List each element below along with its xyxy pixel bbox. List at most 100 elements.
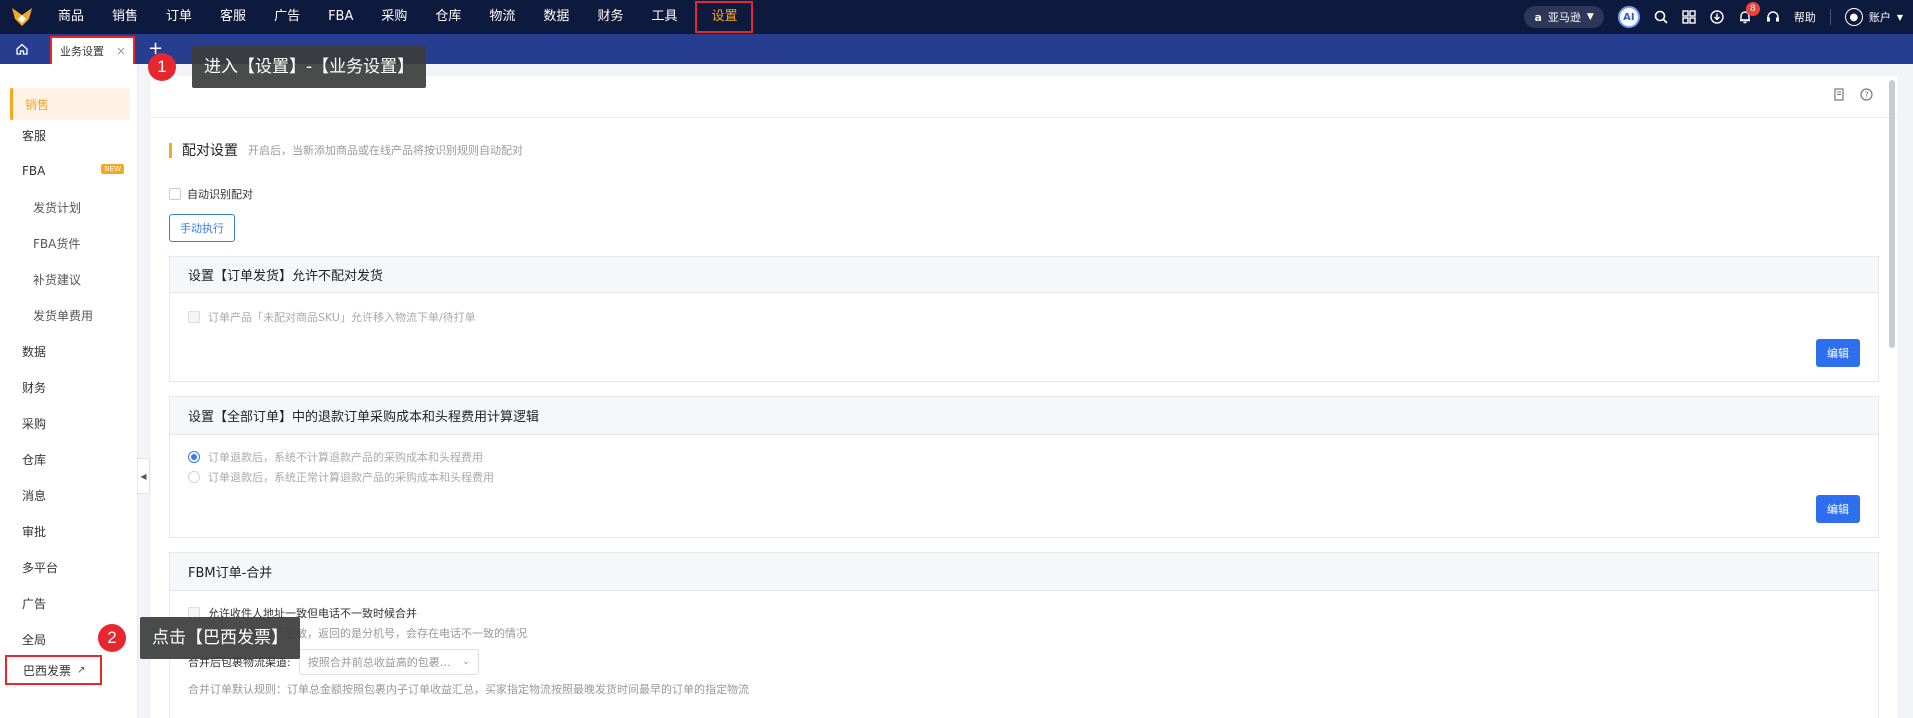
caret-down-icon: ▼ [1896, 12, 1903, 22]
nav-item-products[interactable]: 商品 [44, 0, 98, 34]
search-icon[interactable] [1654, 10, 1668, 24]
sidebar-item-warehouse[interactable]: 仓库 [0, 443, 132, 475]
edit-button[interactable]: 编辑 [1816, 339, 1860, 367]
nav-item-fba[interactable]: FBA [314, 0, 367, 34]
sidebar-item-label: 财务 [22, 380, 47, 395]
sidebar-item-label: 销售 [25, 97, 50, 112]
user-avatar-icon: ● [1844, 8, 1863, 26]
refund-option-1-radio[interactable] [188, 451, 200, 463]
auto-match-checkbox-row[interactable]: 自动识别配对 [169, 186, 253, 202]
nav-item-ads[interactable]: 广告 [260, 0, 314, 34]
nav-item-orders[interactable]: 订单 [152, 0, 206, 34]
nav-item-purchase[interactable]: 采购 [367, 0, 421, 34]
region-selector[interactable]: a 亚马逊 ▼ [1524, 6, 1604, 28]
help-link[interactable]: 帮助 [1794, 9, 1816, 25]
sidebar-item-data[interactable]: 数据 [0, 335, 132, 367]
chevron-down-icon: ⌄ [462, 657, 470, 667]
tab-business-settings[interactable]: 业务设置 × [50, 36, 135, 66]
region-label: 亚马逊 [1547, 11, 1581, 24]
sidebar-item-label: 补货建议 [33, 272, 82, 287]
header-actions: ? [1833, 88, 1873, 105]
account-menu[interactable]: ● 账户 ▼ [1844, 8, 1903, 26]
main-content: ? 配对设置 开启后，当新添加商品或在线产品将按识别规则自动配对 自动识别配对 … [151, 76, 1897, 718]
step-1-callout: 进入【设置】-【业务设置】 [192, 46, 427, 88]
sidebar-item-brazil-invoice[interactable]: 巴西发票 ↗ [5, 655, 102, 685]
rule-text: 合并订单默认规则：订单总金额按照包裹内子订单收益汇总，买家指定物流按照最晚发货时… [188, 683, 749, 696]
nav-item-sales[interactable]: 销售 [98, 0, 152, 34]
accent-bar [169, 142, 172, 158]
sidebar-item-label: 消息 [22, 488, 47, 503]
sidebar-item-label: 巴西发票 [23, 663, 72, 678]
sidebar: 销售 客服 FBA NEW 发货计划 FBA货件 补货建议 发货单费用 数据 财务… [0, 64, 138, 718]
sidebar-item-purchase[interactable]: 采购 [0, 407, 132, 439]
sidebar-item-multiplatform[interactable]: 多平台 [0, 551, 132, 583]
step-1-marker: 1 [148, 53, 176, 81]
sidebar-item-service[interactable]: 客服 [0, 119, 132, 151]
sidebar-item-sales[interactable]: 销售 [10, 88, 130, 120]
document-edit-icon[interactable] [1833, 88, 1846, 105]
sidebar-item-shipment-fees[interactable]: 发货单费用 [0, 299, 132, 331]
sidebar-item-approval[interactable]: 审批 [0, 515, 132, 547]
download-icon[interactable] [1710, 10, 1724, 24]
channel-select[interactable]: 按照合并前总收益高的包裹的物流 ⌄ [298, 649, 479, 675]
sidebar-item-label: 采购 [22, 416, 47, 431]
refund-option-2: 订单退款后，系统正常计算退款产品的采购成本和头程费用 [188, 469, 494, 485]
apps-grid-icon[interactable] [1682, 10, 1696, 24]
unmatched-shipping-checkbox[interactable] [188, 311, 200, 323]
auto-match-checkbox[interactable] [169, 188, 181, 200]
sidebar-item-label: 发货计划 [33, 200, 82, 215]
sidebar-item-label: 审批 [22, 524, 47, 539]
refund-option-2-radio[interactable] [188, 471, 200, 483]
nav-item-finance[interactable]: 财务 [583, 0, 637, 34]
refund-cost-logic-panel: 设置【全部订单】中的退款订单采购成本和头程费用计算逻辑 订单退款后，系统不计算退… [169, 396, 1879, 538]
sidebar-item-label: 广告 [22, 596, 47, 611]
logo[interactable] [0, 0, 44, 34]
notification-count-badge: 8 [1745, 2, 1760, 16]
edit-button[interactable]: 编辑 [1816, 495, 1860, 523]
nav-item-logistics[interactable]: 物流 [475, 0, 529, 34]
nav-right: a 亚马逊 ▼ AI 8 帮助 ● 账户 ▼ [1524, 0, 1903, 34]
manual-run-button[interactable]: 手动执行 [169, 214, 235, 242]
sidebar-item-fba-shipment[interactable]: FBA货件 [0, 227, 132, 259]
sidebar-item-label: 客服 [22, 128, 47, 143]
sidebar-item-messages[interactable]: 消息 [0, 479, 132, 511]
bell-icon[interactable]: 8 [1738, 2, 1760, 24]
sidebar-item-ads[interactable]: 广告 [0, 587, 132, 619]
fox-logo-icon [12, 8, 32, 26]
close-icon[interactable]: × [116, 44, 126, 58]
ai-assistant-button[interactable]: AI [1617, 6, 1640, 28]
auto-match-label: 自动识别配对 [187, 188, 253, 201]
sidebar-collapse-toggle[interactable]: ◀ [138, 458, 150, 494]
new-badge: NEW [101, 164, 124, 174]
scrollbar[interactable] [1889, 80, 1895, 348]
match-settings-heading: 配对设置 开启后，当新添加商品或在线产品将按识别规则自动配对 [169, 140, 523, 160]
sidebar-item-restock-suggestion[interactable]: 补货建议 [0, 263, 132, 295]
sidebar-item-label: 仓库 [22, 452, 47, 467]
nav-item-data[interactable]: 数据 [529, 0, 583, 34]
unmatched-shipping-panel: 设置【订单发货】允许不配对发货 订单产品「未配对商品SKU」允许移入物流下单/待… [169, 256, 1879, 382]
nav-item-tools[interactable]: 工具 [637, 0, 691, 34]
top-nav: 商品 销售 订单 客服 广告 FBA 采购 仓库 物流 数据 财务 工具 设置 … [0, 0, 1913, 34]
nav-item-service[interactable]: 客服 [206, 0, 260, 34]
caret-down-icon: ▼ [1586, 12, 1594, 22]
help-circle-icon[interactable]: ? [1860, 88, 1873, 105]
nav-item-settings[interactable]: 设置 [695, 1, 754, 33]
divider [1829, 9, 1831, 25]
option-label: 订单退款后，系统正常计算退款产品的采购成本和头程费用 [208, 471, 494, 484]
sidebar-item-shipping-plan[interactable]: 发货计划 [0, 191, 132, 223]
sidebar-item-label: 数据 [22, 344, 47, 359]
section-title: 配对设置 [182, 143, 238, 159]
unmatched-shipping-option: 订单产品「未配对商品SKU」允许移入物流下单/待打单 [188, 309, 476, 325]
svg-text:?: ? [1864, 91, 1868, 100]
headset-icon[interactable] [1766, 10, 1780, 24]
sidebar-item-fba[interactable]: FBA NEW [0, 155, 132, 187]
section-description: 开启后，当新添加商品或在线产品将按识别规则自动配对 [248, 144, 523, 157]
sidebar-item-label: 多平台 [22, 560, 59, 575]
sidebar-item-finance[interactable]: 财务 [0, 371, 132, 403]
step-2-callout: 点击【巴西发票】 [140, 617, 300, 659]
home-icon[interactable] [0, 34, 44, 64]
nav-item-warehouse[interactable]: 仓库 [421, 0, 475, 34]
sidebar-item-label: 全局 [22, 632, 47, 647]
amazon-icon: a [1534, 10, 1542, 24]
external-link-icon: ↗ [77, 664, 86, 676]
